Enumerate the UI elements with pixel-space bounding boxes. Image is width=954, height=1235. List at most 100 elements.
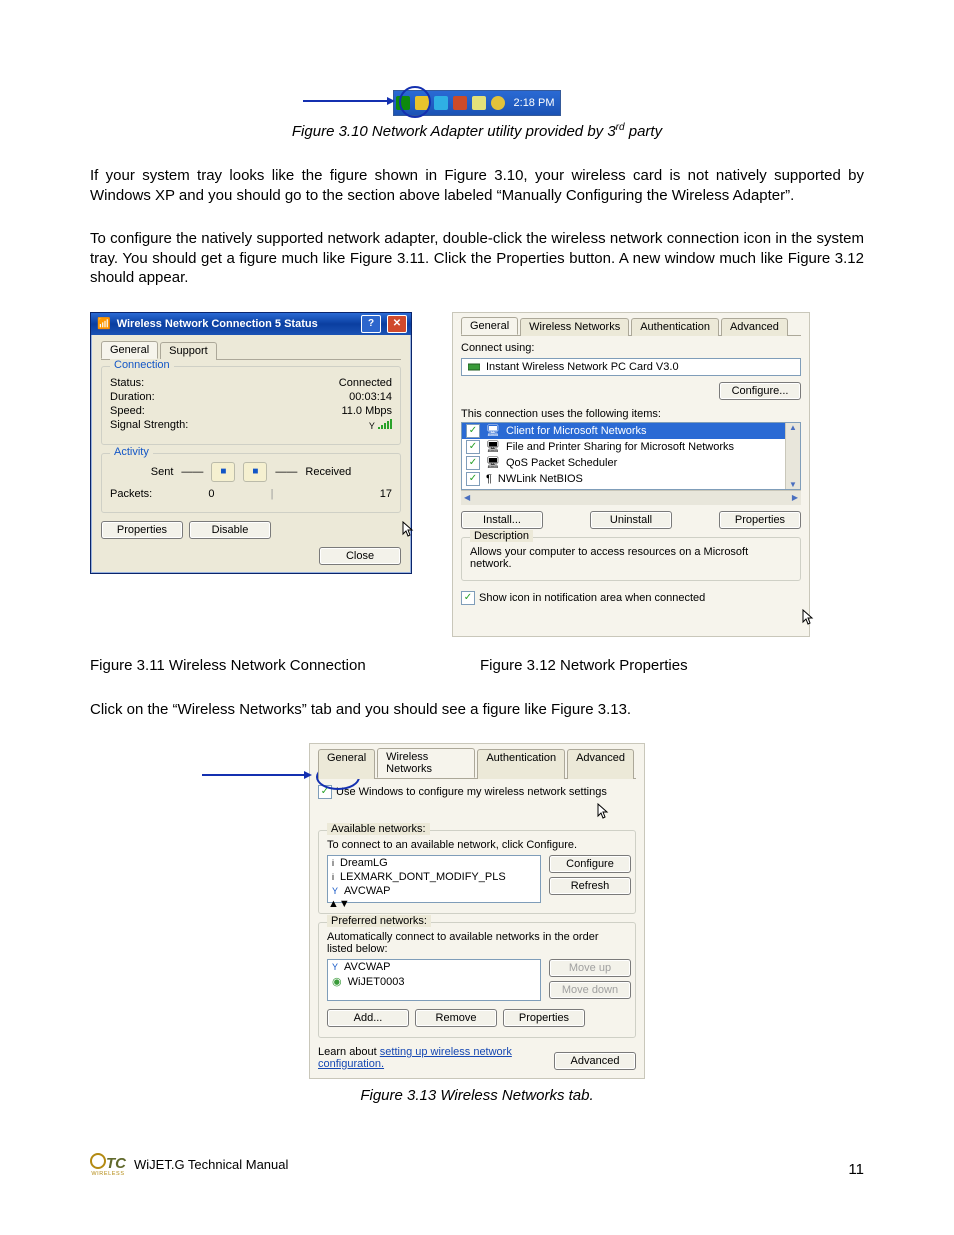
move-up-button[interactable]: Move up [549, 959, 631, 977]
help-button[interactable]: ? [361, 315, 381, 333]
show-icon-checkbox[interactable]: ✓ Show icon in notification area when co… [461, 591, 801, 605]
figure-3-13-panel: General Wireless Networks Authentication… [309, 743, 645, 1079]
close-button[interactable]: ✕ [387, 315, 407, 333]
page-number: 11 [848, 1161, 864, 1178]
tab-wireless-networks[interactable]: Wireless Networks [520, 318, 629, 336]
vertical-scrollbar[interactable]: ▲▼ [328, 898, 540, 910]
uninstall-button[interactable]: Uninstall [590, 511, 672, 529]
tab-authentication[interactable]: Authentication [631, 318, 719, 336]
component-icon: 🖥 [486, 440, 500, 453]
duration-value: 00:03:14 [349, 391, 392, 403]
signal-strength-icon: Y [369, 419, 392, 432]
sent-label: Sent [151, 466, 174, 478]
list-item[interactable]: iDreamLG [328, 856, 540, 870]
group-legend: Connection [110, 359, 174, 371]
group-legend: Available networks: [327, 823, 430, 835]
learn-about-text: Learn about setting up wireless network … [318, 1046, 546, 1070]
shield-icon [415, 96, 429, 110]
tab-wireless-networks[interactable]: Wireless Networks [377, 748, 475, 778]
adapter-name: Instant Wireless Network PC Card V3.0 [486, 361, 679, 373]
figure-3-12-panel: General Wireless Networks Authentication… [452, 312, 810, 637]
figure-row: 📶 Wireless Network Connection 5 Status ?… [90, 312, 864, 637]
scroll-right-icon[interactable]: ▶ [792, 493, 798, 502]
signal-label: Signal Strength: [110, 419, 188, 432]
checkbox-icon[interactable]: ✓ [466, 424, 480, 438]
remove-button[interactable]: Remove [415, 1009, 497, 1027]
list-item[interactable]: YAVCWAP [328, 884, 540, 898]
tab-general[interactable]: General [461, 317, 518, 335]
scroll-down-icon[interactable]: ▼ [789, 480, 797, 489]
figure-3-11-window: 📶 Wireless Network Connection 5 Status ?… [90, 312, 412, 574]
body-paragraph: To configure the natively supported netw… [90, 229, 864, 288]
checkbox-icon[interactable]: ✓ [466, 456, 480, 470]
packets-recv-value: 17 [274, 488, 392, 500]
antenna-icon: Y [332, 962, 338, 972]
checkbox-icon[interactable]: ✓ [466, 440, 480, 454]
wireless-icon: 📶 [97, 317, 111, 330]
body-paragraph: Click on the “Wireless Networks” tab and… [90, 700, 864, 720]
group-legend: Preferred networks: [327, 915, 431, 927]
connect-using-label: Connect using: [461, 342, 801, 354]
system-tray-bar: 2:18 PM [393, 90, 562, 116]
advanced-button[interactable]: Advanced [554, 1052, 636, 1070]
tray-clock: 2:18 PM [514, 97, 555, 109]
list-item[interactable]: YAVCWAP [328, 960, 540, 974]
speed-label: Speed: [110, 405, 145, 417]
antenna-icon: Y [332, 886, 338, 896]
vertical-scrollbar[interactable]: ▲▼ [785, 423, 800, 489]
disable-button[interactable]: Disable [189, 521, 271, 539]
list-item[interactable]: ◉WiJET0003 [328, 974, 540, 989]
list-item[interactable]: iLEXMARK_DONT_MODIFY_PLS [328, 870, 540, 884]
checkbox-icon[interactable]: ✓ [318, 785, 332, 799]
figure-3-12-caption: Figure 3.12 Network Properties [450, 657, 820, 674]
move-down-button[interactable]: Move down [549, 981, 631, 999]
close-button[interactable]: Close [319, 547, 401, 565]
group-legend: Description [470, 530, 533, 542]
refresh-button[interactable]: Refresh [549, 877, 631, 895]
tab-advanced[interactable]: Advanced [567, 749, 634, 779]
network-card-icon [468, 362, 480, 372]
list-item[interactable]: ✓🖥QoS Packet Scheduler [462, 455, 800, 471]
configure-button[interactable]: Configure [549, 855, 631, 873]
scroll-up-icon[interactable]: ▲ [789, 423, 797, 432]
network-ok-icon: ◉ [332, 975, 342, 988]
uses-items-label: This connection uses the following items… [461, 408, 801, 420]
adapter-field: Instant Wireless Network PC Card V3.0 [461, 358, 801, 376]
scroll-up-icon[interactable]: ▲ [328, 898, 339, 910]
checkbox-icon[interactable]: ✓ [461, 591, 475, 605]
window-title: Wireless Network Connection 5 Status [117, 318, 355, 330]
available-networks-list[interactable]: iDreamLG iLEXMARK_DONT_MODIFY_PLS YAVCWA… [327, 855, 541, 903]
properties-button[interactable]: Properties [503, 1009, 585, 1027]
tab-support[interactable]: Support [160, 342, 217, 360]
manual-title: WiJET.G Technical Manual [134, 1157, 288, 1172]
list-item[interactable]: ✓🖥File and Printer Sharing for Microsoft… [462, 439, 800, 455]
tab-advanced[interactable]: Advanced [721, 318, 788, 336]
scroll-down-icon[interactable]: ▼ [339, 898, 350, 910]
use-windows-label: Use Windows to configure my wireless net… [336, 786, 607, 798]
use-windows-checkbox[interactable]: ✓ Use Windows to configure my wireless n… [318, 785, 636, 799]
speed-value: 11.0 Mbps [341, 405, 392, 417]
otc-logo: TC WIRELESS [90, 1152, 126, 1178]
tabs: General Wireless Networks Authentication… [461, 317, 801, 336]
add-button[interactable]: Add... [327, 1009, 409, 1027]
tab-general[interactable]: General [101, 341, 158, 359]
properties-button[interactable]: Properties [719, 511, 801, 529]
preferred-networks-list[interactable]: YAVCWAP ◉WiJET0003 [327, 959, 541, 1001]
description-group: Description Allows your computer to acce… [461, 537, 801, 581]
components-list[interactable]: ✓🖥Client for Microsoft Networks ✓🖥File a… [461, 422, 801, 490]
preferred-hint: Automatically connect to available netwo… [327, 931, 627, 955]
scroll-left-icon[interactable]: ◀ [464, 493, 470, 502]
list-item[interactable]: ✓🖥Client for Microsoft Networks [462, 423, 800, 439]
page-footer: TC WIRELESS WiJET.G Technical Manual 11 [90, 1144, 864, 1178]
tab-general[interactable]: General [318, 749, 375, 779]
tab-authentication[interactable]: Authentication [477, 749, 565, 779]
properties-button[interactable]: Properties [101, 521, 183, 539]
callout-arrow [202, 774, 310, 776]
list-item[interactable]: ✓¶NWLink NetBIOS [462, 471, 800, 487]
status-value: Connected [339, 377, 392, 389]
horizontal-scrollbar[interactable]: ◀▶ [461, 490, 801, 505]
install-button[interactable]: Install... [461, 511, 543, 529]
checkbox-icon[interactable]: ✓ [466, 472, 480, 486]
component-icon: 🖥 [486, 456, 500, 469]
configure-button[interactable]: Configure... [719, 382, 801, 400]
